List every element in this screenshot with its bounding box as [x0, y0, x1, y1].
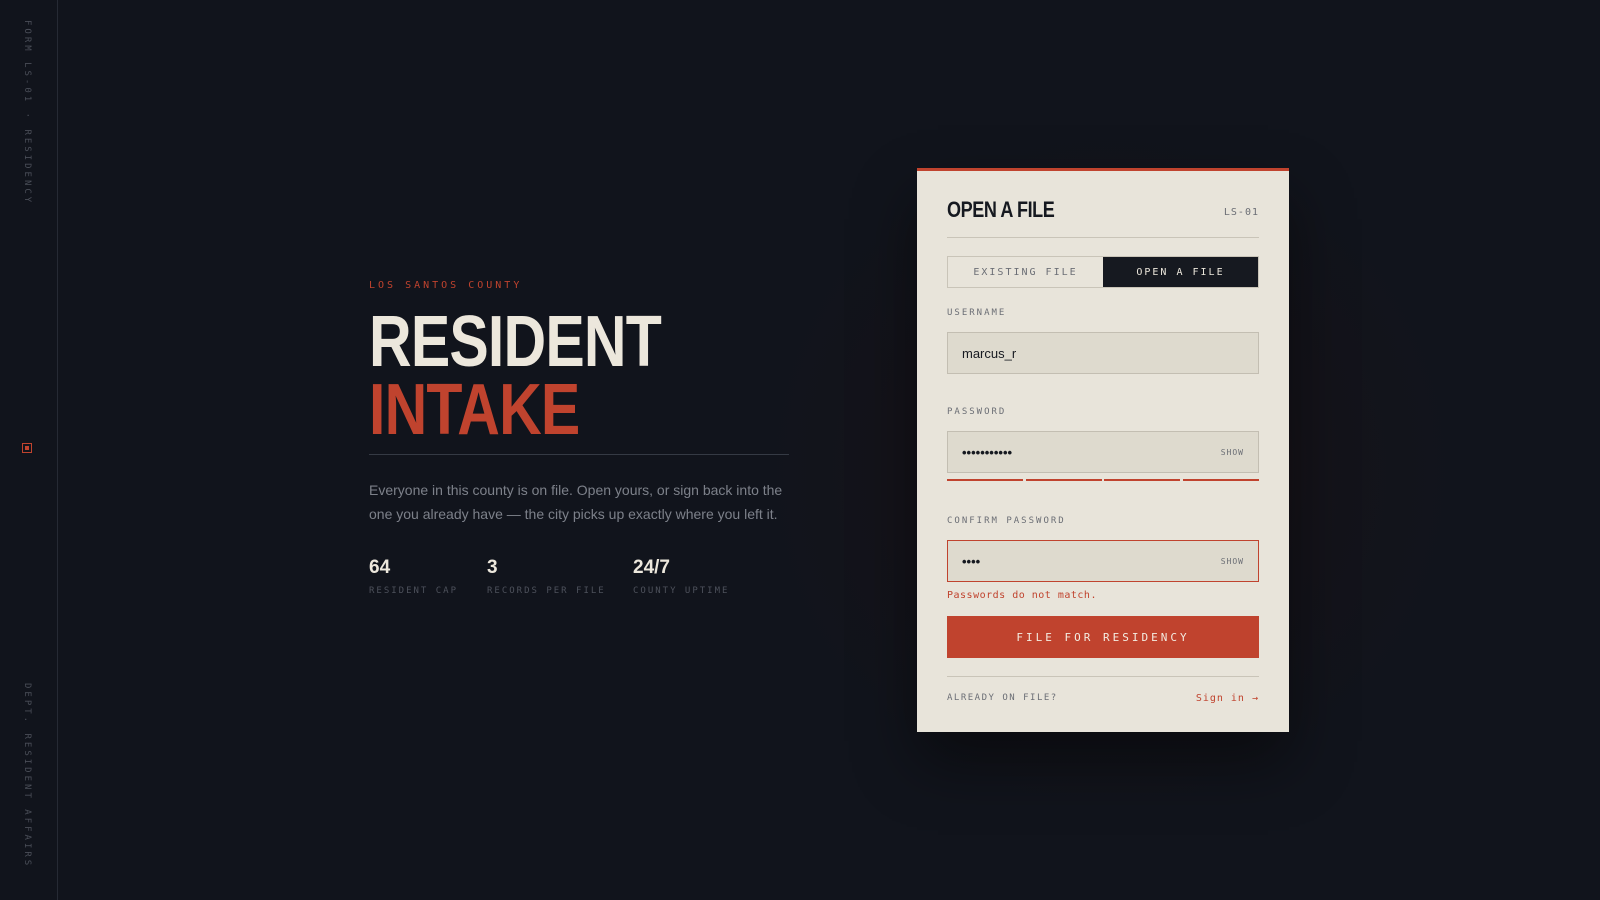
password-label: PASSWORD: [947, 407, 1007, 417]
auth-tabs: EXISTING FILE OPEN A FILE: [947, 256, 1259, 288]
password-mismatch-error: Passwords do not match.: [947, 590, 1097, 601]
stat-resident-cap: 64 RESIDENT CAP: [369, 557, 487, 596]
rail-form-label: FORM LS-01 · RESIDENCY: [22, 20, 32, 206]
sign-in-link[interactable]: Sign in →: [1196, 693, 1259, 704]
username-field[interactable]: marcus_r: [947, 332, 1259, 374]
card-divider: [947, 676, 1259, 677]
username-label: USERNAME: [947, 308, 1007, 318]
stat-value: 64: [369, 557, 391, 578]
file-for-residency-button[interactable]: FILE FOR RESIDENCY: [947, 616, 1259, 658]
rail-dept-label: DEPT. RESIDENT AFFAIRS: [22, 683, 32, 869]
confirm-password-label: CONFIRM PASSWORD: [947, 516, 1066, 526]
confirm-password-show-toggle[interactable]: SHOW: [1221, 557, 1244, 566]
strength-segment: [1025, 479, 1102, 481]
hero-divider: [369, 454, 789, 455]
password-show-toggle[interactable]: SHOW: [1221, 448, 1244, 457]
form-code: LS-01: [1223, 207, 1259, 218]
stat-value: 3: [487, 557, 498, 578]
title-line-2: INTAKE: [369, 370, 580, 450]
tab-existing-file[interactable]: EXISTING FILE: [948, 257, 1103, 287]
stat-records-per-file: 3 RECORDS PER FILE: [487, 557, 633, 596]
stat-label: RESIDENT CAP: [369, 586, 459, 596]
page-title: RESIDENT INTAKE: [369, 302, 713, 450]
stats: 64 RESIDENT CAP 3 RECORDS PER FILE 24/7 …: [369, 557, 789, 596]
hero-eyebrow: LOS SANTOS COUNTY: [369, 280, 523, 291]
tab-open-a-file[interactable]: OPEN A FILE: [1103, 257, 1258, 287]
stat-label: COUNTY UPTIME: [633, 586, 730, 596]
rail-marker-icon: [22, 443, 32, 453]
stat-county-uptime: 24/7 COUNTY UPTIME: [633, 557, 763, 596]
card-title: OPEN A FILE: [947, 197, 1055, 222]
password-strength-meter: [947, 479, 1259, 481]
confirm-password-field[interactable]: •••• SHOW: [947, 540, 1259, 582]
title-line-1: RESIDENT: [369, 302, 662, 382]
strength-segment: [1104, 479, 1181, 481]
stat-label: RECORDS PER FILE: [487, 586, 606, 596]
username-value: marcus_r: [962, 345, 1017, 361]
stat-value: 24/7: [633, 557, 670, 578]
hero-description: Everyone in this county is on file. Open…: [369, 482, 783, 522]
side-rail: FORM LS-01 · RESIDENCY DEPT. RESIDENT AF…: [0, 0, 58, 900]
confirm-password-value: ••••: [962, 553, 981, 569]
card-header: OPEN A FILE LS-01: [947, 197, 1259, 238]
hero: LOS SANTOS COUNTY RESIDENT INTAKE Everyo…: [369, 280, 789, 596]
signup-card: OPEN A FILE LS-01 EXISTING FILE OPEN A F…: [917, 168, 1289, 732]
strength-segment: [947, 479, 1023, 481]
password-value: •••••••••••: [962, 444, 1013, 460]
strength-segment: [1182, 479, 1259, 481]
already-on-file-text: ALREADY ON FILE?: [947, 693, 1058, 703]
password-field[interactable]: ••••••••••• SHOW: [947, 431, 1259, 473]
